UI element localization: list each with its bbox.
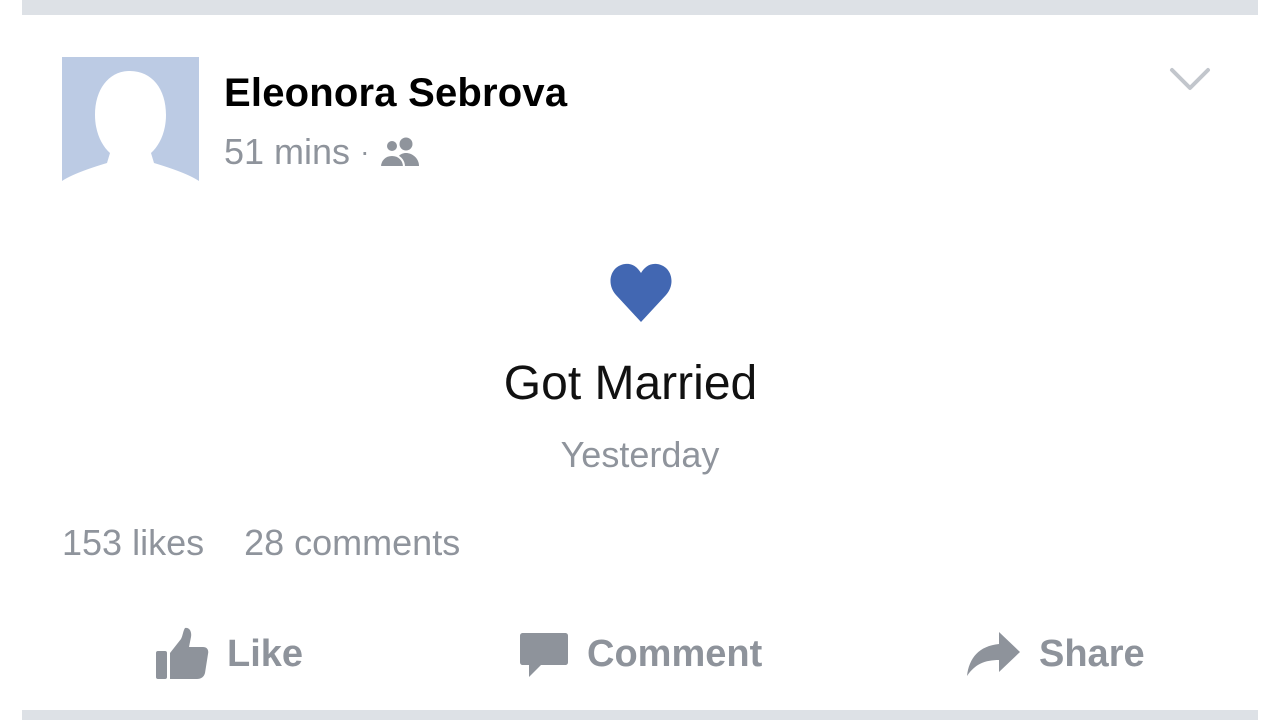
- post-timestamp[interactable]: 51 mins: [224, 131, 350, 173]
- comment-bubble-icon: [520, 633, 568, 677]
- share-arrow-icon: [967, 632, 1020, 676]
- top-divider: [22, 0, 1258, 15]
- share-button[interactable]: Share: [965, 622, 1145, 686]
- chevron-down-icon[interactable]: [1168, 62, 1212, 96]
- comment-label: Comment: [587, 632, 763, 675]
- life-event-date: Yesterday: [560, 434, 720, 475]
- avatar[interactable]: [62, 57, 199, 194]
- friends-icon[interactable]: [379, 136, 421, 168]
- author-name[interactable]: Eleonora Sebrova: [224, 71, 567, 116]
- share-label: Share: [1039, 632, 1145, 675]
- default-profile-silhouette-icon: [62, 71, 199, 194]
- post-stats: 153 likes 28 comments: [62, 522, 460, 564]
- thumbs-up-icon: [156, 627, 209, 679]
- life-event-title: Got Married: [503, 357, 758, 410]
- likes-count[interactable]: 153 likes: [62, 522, 204, 563]
- comment-button[interactable]: Comment: [519, 622, 762, 686]
- bottom-divider: [22, 710, 1258, 720]
- heart-icon: [609, 262, 673, 324]
- post-meta: 51 mins ·: [224, 130, 421, 174]
- comments-count[interactable]: 28 comments: [244, 522, 460, 563]
- like-label: Like: [227, 632, 304, 675]
- meta-separator: ·: [360, 136, 370, 167]
- like-button[interactable]: Like: [155, 622, 303, 686]
